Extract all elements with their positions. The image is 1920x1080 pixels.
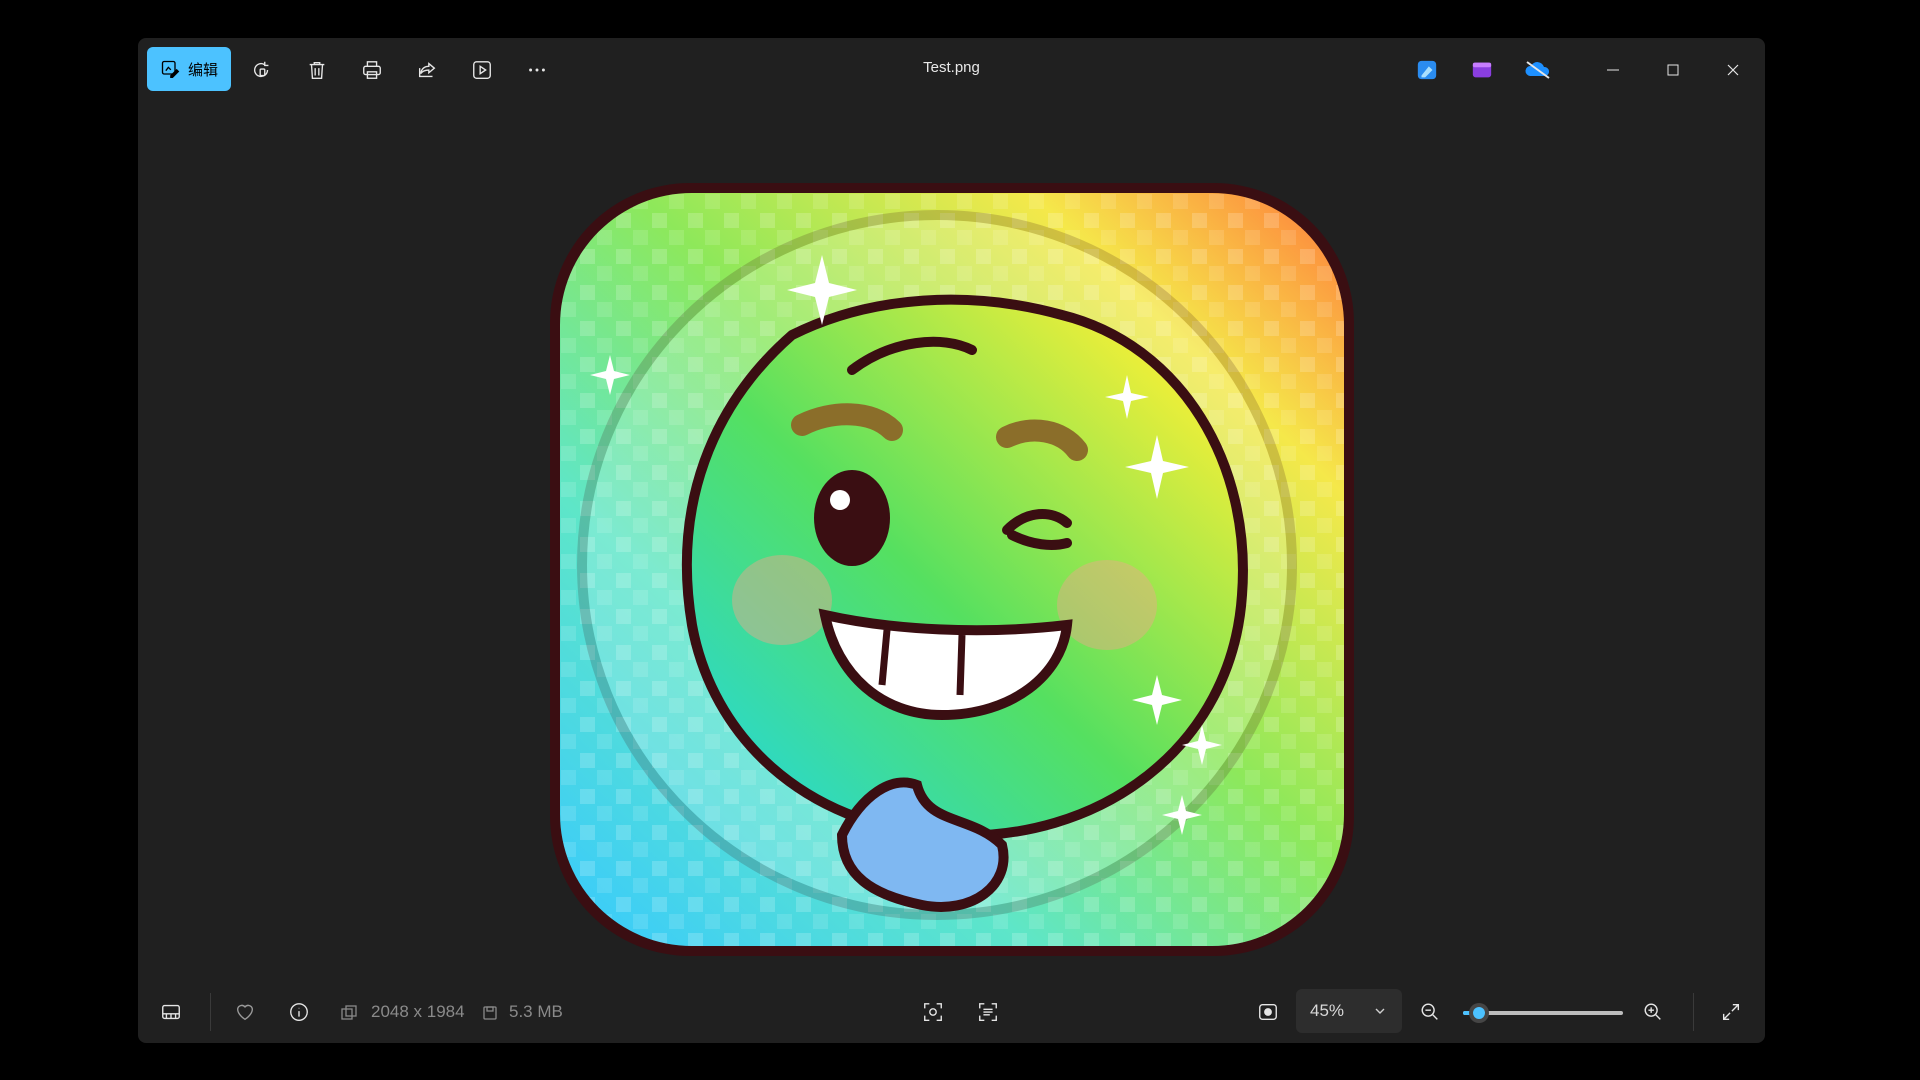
zoom-slider[interactable] [1463,1003,1623,1023]
scan-text-button[interactable] [968,992,1008,1032]
zoom-out-icon [1421,1003,1438,1020]
edit-button-label: 编辑 [187,61,218,79]
designer-app-button[interactable] [1409,52,1445,88]
favorite-button[interactable] [225,992,265,1032]
heart-icon [236,1004,254,1021]
info-icon [290,1003,308,1021]
info-button[interactable] [279,992,319,1032]
clipchamp-app-button[interactable] [1464,52,1500,88]
clipchamp-icon [1472,62,1492,78]
rotate-button[interactable] [242,50,282,90]
zoom-dropdown[interactable]: 45% [1296,989,1402,1033]
share-button[interactable] [407,50,447,90]
rotate-icon [253,61,269,78]
maximize-icon [1667,64,1679,76]
delete-icon [309,61,325,79]
separator [1693,993,1694,1031]
slideshow-button[interactable] [462,50,502,90]
chevron-down-icon [1375,1008,1385,1014]
designer-icon [1417,60,1437,80]
zoom-value: 45% [1310,1001,1345,1020]
print-icon [363,61,381,79]
title-bar: 编辑 Test.png [138,38,1765,102]
edit-icon [161,60,180,78]
fullscreen-button[interactable] [1711,992,1751,1032]
minimize-button[interactable] [1585,46,1641,94]
zoom-in-icon [1644,1003,1661,1020]
visual-search-icon [924,1003,942,1021]
more-icon [529,68,545,72]
zoom-in-button[interactable] [1633,992,1673,1032]
scan-text-icon [979,1003,997,1021]
image-canvas[interactable] [138,102,1765,1019]
filmstrip-icon [162,1004,180,1020]
separator [210,993,211,1031]
fit-window-icon [1259,1003,1277,1021]
file-size-icon [483,1006,497,1020]
fit-to-window-button[interactable] [1248,992,1288,1032]
zoom-out-button[interactable] [1410,992,1450,1032]
close-button[interactable] [1705,46,1761,94]
onedrive-app-button[interactable] [1520,52,1556,88]
minimize-icon [1607,69,1619,71]
image-dimensions: 2048 x 1984 [371,1002,465,1021]
share-icon [418,62,436,78]
zoom-slider-thumb[interactable] [1469,1003,1489,1023]
onedrive-icon [1525,61,1550,79]
filmstrip-button[interactable] [151,992,191,1032]
close-icon [1727,64,1739,76]
file-size: 5.3 MB [509,1002,563,1021]
window-title: Test.png [923,59,980,76]
slideshow-icon [473,61,491,79]
print-button[interactable] [352,50,392,90]
dimensions-icon [341,1005,357,1020]
bottom-bar: 2048 x 1984 5.3 MB 45% [138,981,1765,1043]
maximize-button[interactable] [1645,46,1701,94]
displayed-photo [550,183,1354,956]
fullscreen-icon [1722,1003,1740,1021]
photos-window: 编辑 Test.png 2048 x 1984 5.3 MB 45% [138,38,1765,1043]
delete-button[interactable] [297,50,337,90]
visual-search-button[interactable] [913,992,953,1032]
more-options-button[interactable] [517,50,557,90]
edit-button[interactable]: 编辑 [147,47,231,91]
